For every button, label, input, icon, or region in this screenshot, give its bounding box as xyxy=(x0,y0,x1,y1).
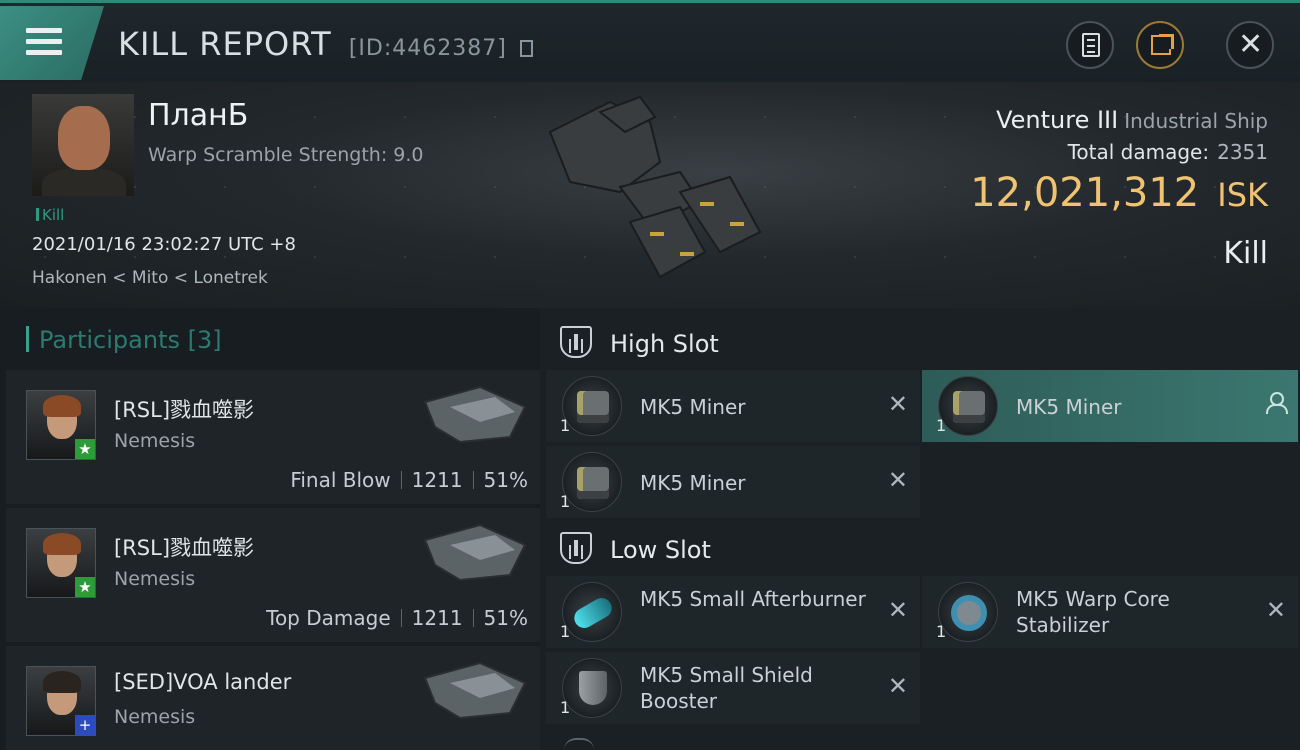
clipboard-button[interactable] xyxy=(1066,21,1114,69)
hamburger-icon xyxy=(26,28,62,61)
total-damage-label: Total damage: xyxy=(1067,140,1210,164)
high-slot-title: High Slot xyxy=(610,330,719,358)
module-qty: 1 xyxy=(560,622,571,641)
star-icon: ★ xyxy=(75,577,95,597)
module-item[interactable]: 1 MK5 Miner xyxy=(922,370,1298,442)
participant-corp: Nemesis xyxy=(114,430,196,452)
participant-role: Final Blow xyxy=(290,468,391,492)
total-damage-value: 2351 xyxy=(1217,140,1268,164)
participant-percent: 51% xyxy=(483,606,528,630)
title-text: KILL REPORT xyxy=(118,25,332,63)
module-name: MK5 Miner xyxy=(1016,395,1122,419)
ship-image[interactable] xyxy=(530,92,770,302)
participant-ship-image xyxy=(423,523,527,582)
participant-card[interactable]: ★ [RSL]戮血噬影 Nemesis Top Damage 1211 51% xyxy=(6,508,540,642)
close-icon: ✕ xyxy=(1238,27,1264,62)
module-name: MK5 Small Afterburner xyxy=(640,587,866,611)
destroyed-icon: ✕ xyxy=(887,466,908,494)
module-item[interactable]: 1 MK5 Miner ✕ xyxy=(546,446,920,518)
participant-stats: Final Blow 1211 51% xyxy=(290,468,528,492)
page-title: KILL REPORT [ID:4462387] xyxy=(118,25,533,63)
module-qty: 1 xyxy=(936,416,947,435)
next-slot-icon xyxy=(564,738,594,750)
ship-name: Venture III xyxy=(996,106,1119,134)
menu-button[interactable] xyxy=(0,6,104,80)
module-item[interactable]: 1 MK5 Small Afterburner ✕ xyxy=(546,576,920,648)
star-icon: ★ xyxy=(75,439,95,459)
isk-value: 12,021,312 xyxy=(970,170,1200,216)
miner-icon xyxy=(562,452,622,512)
high-slot-header: High Slot xyxy=(560,326,719,358)
participant-avatar: ★ xyxy=(26,528,96,598)
afterburner-icon xyxy=(562,582,622,642)
module-name: MK5 Miner xyxy=(640,471,746,495)
module-qty: 1 xyxy=(560,698,571,717)
share-icon xyxy=(1151,34,1174,55)
report-id: [ID:4462387] xyxy=(348,36,507,61)
kill-summary: ПланБ Warp Scramble Strength: 9.0 Kill 2… xyxy=(0,82,1300,308)
low-slot-header: Low Slot xyxy=(560,532,711,564)
participant-avatar: + xyxy=(26,666,96,736)
module-qty: 1 xyxy=(560,492,571,511)
kill-tag: Kill xyxy=(36,206,64,224)
warp-core-stabilizer-icon xyxy=(938,582,998,642)
miner-icon xyxy=(562,376,622,436)
participant-ship-image xyxy=(423,385,527,444)
close-button[interactable]: ✕ xyxy=(1226,21,1274,69)
result-label: Kill xyxy=(1223,236,1268,271)
ship-type: Industrial Ship xyxy=(1124,109,1268,133)
participant-percent: 51% xyxy=(483,468,528,492)
participant-name: [RSL]戮血噬影 xyxy=(114,536,255,560)
module-qty: 1 xyxy=(560,416,571,435)
module-name: MK5 Small Shield Booster xyxy=(640,663,813,713)
ship-info: Venture III Industrial Ship Total damage:… xyxy=(970,106,1268,271)
participants-panel: Participants [3] ★ [RSL]戮血噬影 Nemesis Fin… xyxy=(0,308,540,750)
destroyed-icon: ✕ xyxy=(887,672,908,700)
module-name: MK5 Miner xyxy=(640,395,746,419)
top-bar: KILL REPORT [ID:4462387] ✕ xyxy=(0,0,1300,82)
participants-header: Participants [3] xyxy=(26,326,222,354)
isk-unit: ISK xyxy=(1217,176,1268,214)
participant-ship-image xyxy=(423,661,527,720)
copy-icon[interactable] xyxy=(519,40,533,57)
participant-card[interactable]: + [SED]VOA lander Nemesis xyxy=(6,646,540,750)
victim-avatar[interactable] xyxy=(32,94,134,196)
participant-corp: Nemesis xyxy=(114,706,196,728)
participant-name: [SED]VOA lander xyxy=(114,670,292,694)
share-button[interactable] xyxy=(1136,21,1184,69)
high-slot-icon xyxy=(560,326,592,358)
participant-damage: 1211 xyxy=(411,606,463,630)
person-icon xyxy=(1266,392,1288,414)
destroyed-icon: ✕ xyxy=(1265,596,1286,624)
shield-booster-icon xyxy=(562,658,622,718)
participant-name: [RSL]戮血噬影 xyxy=(114,398,255,422)
participant-stats: Top Damage 1211 51% xyxy=(266,606,528,630)
low-slot-icon xyxy=(560,532,592,564)
module-qty: 1 xyxy=(936,622,947,641)
destroyed-icon: ✕ xyxy=(887,390,908,418)
kill-location: Hakonen < Mito < Lonetrek xyxy=(32,268,268,288)
miner-icon xyxy=(938,376,998,436)
low-slot-title: Low Slot xyxy=(610,536,711,564)
participant-avatar: ★ xyxy=(26,390,96,460)
module-item[interactable]: 1 MK5 Warp Core Stabilizer ✕ xyxy=(922,576,1298,648)
participant-damage: 1211 xyxy=(411,468,463,492)
clipboard-icon xyxy=(1082,33,1100,57)
participant-corp: Nemesis xyxy=(114,568,196,590)
plus-icon: + xyxy=(75,715,95,735)
module-name: MK5 Warp Core Stabilizer xyxy=(1016,587,1170,637)
participant-card[interactable]: ★ [RSL]戮血噬影 Nemesis Final Blow 1211 51% xyxy=(6,370,540,504)
fitting-panel: High Slot 1 MK5 Miner ✕ 1 MK5 Miner 1 MK… xyxy=(540,308,1300,750)
destroyed-icon: ✕ xyxy=(887,596,908,624)
victim-name: ПланБ xyxy=(148,98,249,133)
participant-role: Top Damage xyxy=(266,606,391,630)
module-item[interactable]: 1 MK5 Miner ✕ xyxy=(546,370,920,442)
module-item[interactable]: 1 MK5 Small Shield Booster ✕ xyxy=(546,652,920,724)
kill-timestamp: 2021/01/16 23:02:27 UTC +8 xyxy=(32,234,296,255)
warp-scramble-strength: Warp Scramble Strength: 9.0 xyxy=(148,144,424,166)
